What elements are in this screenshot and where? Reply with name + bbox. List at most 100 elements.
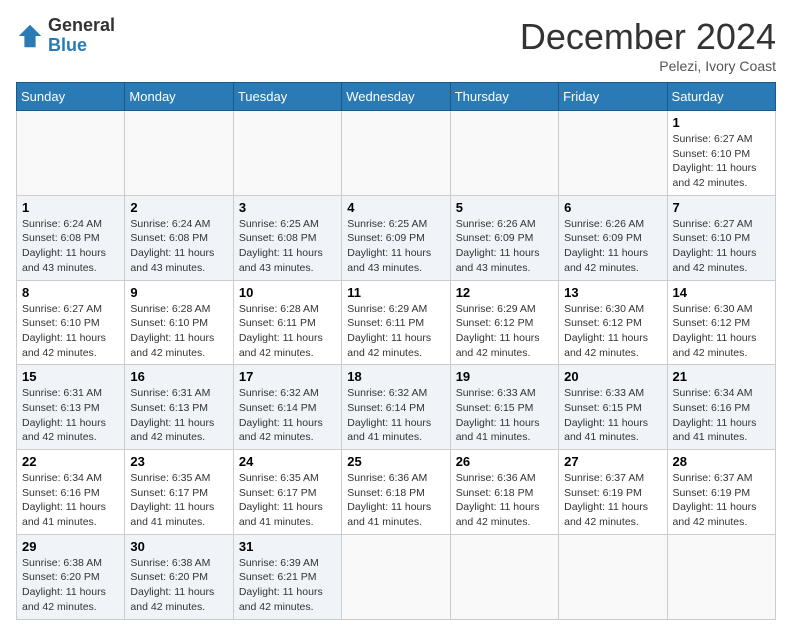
day-info: Sunrise: 6:26 AMSunset: 6:09 PMDaylight:… bbox=[564, 217, 661, 276]
calendar-cell bbox=[17, 111, 125, 196]
logo: General Blue bbox=[16, 16, 115, 56]
calendar-cell bbox=[559, 111, 667, 196]
day-number: 20 bbox=[564, 369, 661, 384]
day-info: Sunrise: 6:31 AMSunset: 6:13 PMDaylight:… bbox=[130, 386, 227, 445]
calendar-body: 1 Sunrise: 6:27 AMSunset: 6:10 PMDaylight… bbox=[17, 111, 776, 620]
calendar-cell: 22Sunrise: 6:34 AMSunset: 6:16 PMDayligh… bbox=[17, 450, 125, 535]
day-info: Sunrise: 6:33 AMSunset: 6:15 PMDaylight:… bbox=[564, 386, 661, 445]
day-number: 7 bbox=[673, 200, 770, 215]
day-number: 15 bbox=[22, 369, 119, 384]
day-number: 14 bbox=[673, 285, 770, 300]
calendar-cell bbox=[125, 111, 233, 196]
calendar-cell: 26 Sunrise: 6:36 AMSunset: 6:18 PMDayligh… bbox=[450, 450, 558, 535]
calendar-cell: 11 Sunrise: 6:29 AMSunset: 6:11 PMDayligh… bbox=[342, 280, 450, 365]
calendar-cell: 15Sunrise: 6:31 AMSunset: 6:13 PMDayligh… bbox=[17, 365, 125, 450]
day-number: 5 bbox=[456, 200, 553, 215]
location-subtitle: Pelezi, Ivory Coast bbox=[520, 58, 776, 74]
calendar-cell: 7 Sunrise: 6:27 AMSunset: 6:10 PMDaylight… bbox=[667, 195, 775, 280]
calendar-day-header: Saturday bbox=[667, 83, 775, 111]
day-number: 24 bbox=[239, 454, 336, 469]
day-info: Sunrise: 6:29 AMSunset: 6:11 PMDaylight:… bbox=[347, 302, 444, 361]
calendar-cell: 5 Sunrise: 6:26 AMSunset: 6:09 PMDaylight… bbox=[450, 195, 558, 280]
day-number: 4 bbox=[347, 200, 444, 215]
day-number: 18 bbox=[347, 369, 444, 384]
calendar-cell bbox=[667, 534, 775, 619]
day-number: 30 bbox=[130, 539, 227, 554]
day-info: Sunrise: 6:32 AMSunset: 6:14 PMDaylight:… bbox=[347, 386, 444, 445]
day-info: Sunrise: 6:37 AMSunset: 6:19 PMDaylight:… bbox=[673, 471, 770, 530]
calendar-cell: 24Sunrise: 6:35 AMSunset: 6:17 PMDayligh… bbox=[233, 450, 341, 535]
day-info: Sunrise: 6:27 AMSunset: 6:10 PMDaylight:… bbox=[673, 217, 770, 276]
calendar-day-header: Sunday bbox=[17, 83, 125, 111]
day-info: Sunrise: 6:36 AMSunset: 6:18 PMDaylight:… bbox=[456, 471, 553, 530]
calendar-cell: 19Sunrise: 6:33 AMSunset: 6:15 PMDayligh… bbox=[450, 365, 558, 450]
day-info: Sunrise: 6:37 AMSunset: 6:19 PMDaylight:… bbox=[564, 471, 661, 530]
calendar-day-header: Monday bbox=[125, 83, 233, 111]
calendar-cell: 1 Sunrise: 6:27 AMSunset: 6:10 PMDaylight… bbox=[667, 111, 775, 196]
day-info: Sunrise: 6:33 AMSunset: 6:15 PMDaylight:… bbox=[456, 386, 553, 445]
calendar-cell: 1Sunrise: 6:24 AMSunset: 6:08 PMDaylight… bbox=[17, 195, 125, 280]
day-info: Sunrise: 6:38 AMSunset: 6:20 PMDaylight:… bbox=[130, 556, 227, 615]
calendar-cell bbox=[342, 111, 450, 196]
day-info: Sunrise: 6:25 AMSunset: 6:08 PMDaylight:… bbox=[239, 217, 336, 276]
calendar-cell bbox=[559, 534, 667, 619]
day-number: 28 bbox=[673, 454, 770, 469]
day-number: 23 bbox=[130, 454, 227, 469]
day-info: Sunrise: 6:30 AMSunset: 6:12 PMDaylight:… bbox=[564, 302, 661, 361]
day-info: Sunrise: 6:30 AMSunset: 6:12 PMDaylight:… bbox=[673, 302, 770, 361]
calendar-cell: 20 Sunrise: 6:33 AMSunset: 6:15 PMDayligh… bbox=[559, 365, 667, 450]
calendar-cell bbox=[233, 111, 341, 196]
day-info: Sunrise: 6:28 AMSunset: 6:11 PMDaylight:… bbox=[239, 302, 336, 361]
day-info: Sunrise: 6:34 AMSunset: 6:16 PMDaylight:… bbox=[22, 471, 119, 530]
calendar-cell: 17 Sunrise: 6:32 AMSunset: 6:14 PMDayligh… bbox=[233, 365, 341, 450]
day-number: 26 bbox=[456, 454, 553, 469]
calendar-day-header: Thursday bbox=[450, 83, 558, 111]
calendar-day-header: Wednesday bbox=[342, 83, 450, 111]
calendar-week-row: 1 Sunrise: 6:27 AMSunset: 6:10 PMDaylight… bbox=[17, 111, 776, 196]
day-number: 12 bbox=[456, 285, 553, 300]
day-number: 3 bbox=[239, 200, 336, 215]
day-number: 29 bbox=[22, 539, 119, 554]
day-info: Sunrise: 6:38 AMSunset: 6:20 PMDaylight:… bbox=[22, 556, 119, 615]
day-info: Sunrise: 6:34 AMSunset: 6:16 PMDaylight:… bbox=[673, 386, 770, 445]
title-section: December 2024 Pelezi, Ivory Coast bbox=[520, 16, 776, 74]
calendar-cell: 16 Sunrise: 6:31 AMSunset: 6:13 PMDayligh… bbox=[125, 365, 233, 450]
day-number: 1 bbox=[673, 115, 770, 130]
day-number: 25 bbox=[347, 454, 444, 469]
calendar-cell bbox=[450, 111, 558, 196]
logo-blue: Blue bbox=[48, 36, 115, 56]
calendar-cell: 30 Sunrise: 6:38 AMSunset: 6:20 PMDayligh… bbox=[125, 534, 233, 619]
day-number: 11 bbox=[347, 285, 444, 300]
day-number: 13 bbox=[564, 285, 661, 300]
day-number: 17 bbox=[239, 369, 336, 384]
day-info: Sunrise: 6:36 AMSunset: 6:18 PMDaylight:… bbox=[347, 471, 444, 530]
day-info: Sunrise: 6:25 AMSunset: 6:09 PMDaylight:… bbox=[347, 217, 444, 276]
calendar-day-header: Tuesday bbox=[233, 83, 341, 111]
calendar-cell: 31 Sunrise: 6:39 AMSunset: 6:21 PMDayligh… bbox=[233, 534, 341, 619]
day-number: 21 bbox=[673, 369, 770, 384]
logo-general: General bbox=[48, 16, 115, 36]
day-info: Sunrise: 6:39 AMSunset: 6:21 PMDaylight:… bbox=[239, 556, 336, 615]
calendar-week-row: 1Sunrise: 6:24 AMSunset: 6:08 PMDaylight… bbox=[17, 195, 776, 280]
calendar-cell: 25 Sunrise: 6:36 AMSunset: 6:18 PMDayligh… bbox=[342, 450, 450, 535]
calendar-cell: 9Sunrise: 6:28 AMSunset: 6:10 PMDaylight… bbox=[125, 280, 233, 365]
day-number: 31 bbox=[239, 539, 336, 554]
calendar-cell: 12Sunrise: 6:29 AMSunset: 6:12 PMDayligh… bbox=[450, 280, 558, 365]
calendar-week-row: 8Sunrise: 6:27 AMSunset: 6:10 PMDaylight… bbox=[17, 280, 776, 365]
day-number: 8 bbox=[22, 285, 119, 300]
day-info: Sunrise: 6:28 AMSunset: 6:10 PMDaylight:… bbox=[130, 302, 227, 361]
calendar-cell: 2Sunrise: 6:24 AMSunset: 6:08 PMDaylight… bbox=[125, 195, 233, 280]
day-info: Sunrise: 6:32 AMSunset: 6:14 PMDaylight:… bbox=[239, 386, 336, 445]
month-title: December 2024 bbox=[520, 16, 776, 58]
calendar-cell: 3 Sunrise: 6:25 AMSunset: 6:08 PMDaylight… bbox=[233, 195, 341, 280]
calendar-week-row: 22Sunrise: 6:34 AMSunset: 6:16 PMDayligh… bbox=[17, 450, 776, 535]
calendar-cell: 21 Sunrise: 6:34 AMSunset: 6:16 PMDayligh… bbox=[667, 365, 775, 450]
calendar-cell: 8Sunrise: 6:27 AMSunset: 6:10 PMDaylight… bbox=[17, 280, 125, 365]
calendar-cell: 29 Sunrise: 6:38 AMSunset: 6:20 PMDayligh… bbox=[17, 534, 125, 619]
calendar-cell: 4 Sunrise: 6:25 AMSunset: 6:09 PMDaylight… bbox=[342, 195, 450, 280]
calendar-cell: 14 Sunrise: 6:30 AMSunset: 6:12 PMDayligh… bbox=[667, 280, 775, 365]
day-number: 16 bbox=[130, 369, 227, 384]
day-info: Sunrise: 6:26 AMSunset: 6:09 PMDaylight:… bbox=[456, 217, 553, 276]
day-info: Sunrise: 6:27 AMSunset: 6:10 PMDaylight:… bbox=[673, 132, 770, 191]
day-number: 10 bbox=[239, 285, 336, 300]
